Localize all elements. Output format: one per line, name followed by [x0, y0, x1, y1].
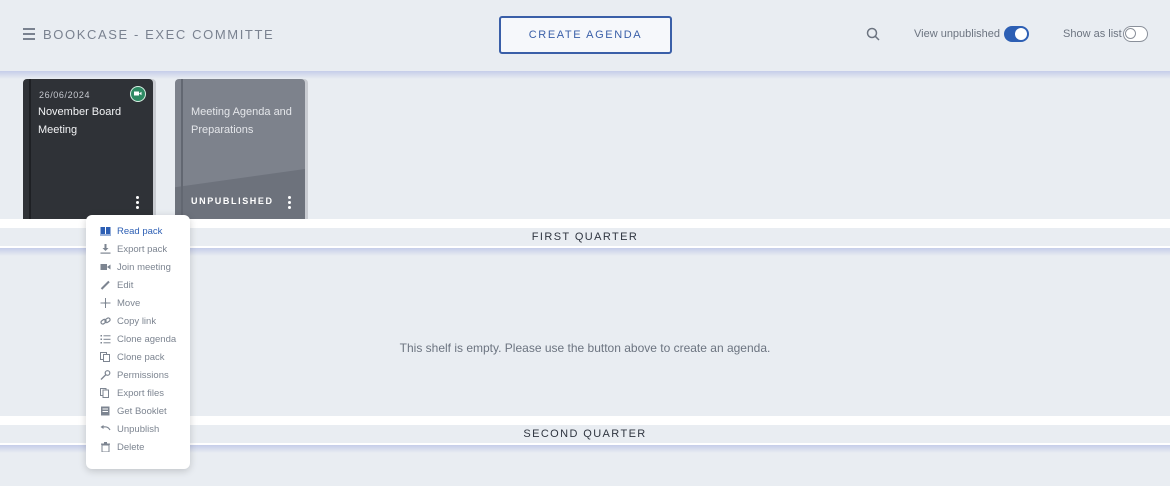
book-context-menu: Read pack Export pack Join meeting Edit … — [86, 215, 190, 469]
create-agenda-button[interactable]: CREATE AGENDA — [499, 16, 672, 54]
menu-item-unpublish[interactable]: Unpublish — [86, 420, 190, 438]
copy-icon — [100, 352, 111, 362]
menu-item-label: Get Booklet — [117, 405, 167, 417]
search-icon[interactable] — [866, 27, 880, 41]
view-unpublished-toggle[interactable] — [1004, 26, 1029, 42]
video-meeting-icon — [130, 86, 146, 102]
menu-item-label: Export pack — [117, 243, 168, 255]
undo-icon — [100, 424, 111, 434]
more-options-icon[interactable] — [136, 196, 140, 211]
menu-item-move[interactable]: Move — [86, 294, 190, 312]
menu-item-label: Copy link — [117, 315, 157, 327]
menu-item-label: Clone agenda — [117, 333, 177, 345]
menu-item-export-pack[interactable]: Export pack — [86, 240, 190, 258]
show-as-list-label: Show as list — [1063, 28, 1122, 40]
menu-item-clone-pack[interactable]: Clone pack — [86, 348, 190, 366]
menu-item-permissions[interactable]: Permissions — [86, 366, 190, 384]
menu-icon[interactable] — [23, 28, 35, 40]
move-icon — [100, 298, 111, 308]
menu-item-get-booklet[interactable]: Get Booklet — [86, 402, 190, 420]
menu-item-label: Move — [117, 297, 141, 309]
unpublished-badge: UNPUBLISHED — [191, 196, 274, 206]
menu-item-delete[interactable]: Delete — [86, 438, 190, 456]
menu-item-clone-agenda[interactable]: Clone agenda — [86, 330, 190, 348]
download-icon — [100, 244, 111, 254]
top-bar: BOOKCASE - EXEC COMMITTE CREATE AGENDA V… — [0, 0, 1170, 72]
show-as-list-toggle[interactable] — [1123, 26, 1148, 42]
view-unpublished-label: View unpublished — [914, 28, 1001, 40]
menu-item-join-meeting[interactable]: Join meeting — [86, 258, 190, 276]
shelf-shadow — [0, 71, 1170, 79]
list-icon — [100, 334, 111, 344]
key-icon — [100, 370, 111, 380]
agenda-book[interactable]: 26/06/2024 November Board Meeting — [23, 79, 153, 223]
book-title: November Board Meeting — [38, 106, 122, 136]
book-icon — [100, 226, 111, 236]
menu-item-label: Delete — [117, 441, 145, 453]
book-spine — [29, 79, 31, 223]
book-date: 26/06/2024 — [39, 90, 91, 100]
booklet-icon — [100, 406, 111, 416]
video-icon — [100, 262, 111, 272]
menu-item-edit[interactable]: Edit — [86, 276, 190, 294]
menu-item-read-pack[interactable]: Read pack — [86, 222, 190, 240]
menu-item-label: Edit — [117, 279, 134, 291]
menu-item-label: Clone pack — [117, 351, 165, 363]
menu-item-copy-link[interactable]: Copy link — [86, 312, 190, 330]
menu-item-label: Read pack — [117, 225, 163, 237]
menu-item-label: Join meeting — [117, 261, 171, 273]
agenda-book[interactable]: Meeting Agenda and Preparations UNPUBLIS… — [175, 79, 305, 223]
menu-item-export-files[interactable]: Export files — [86, 384, 190, 402]
trash-icon — [100, 442, 111, 453]
menu-item-label: Export files — [117, 387, 164, 399]
link-icon — [100, 316, 111, 326]
book-title: Meeting Agenda and Preparations — [191, 106, 292, 136]
book-spine — [181, 79, 183, 223]
more-options-icon[interactable] — [288, 196, 292, 211]
menu-item-label: Unpublish — [117, 423, 160, 435]
pencil-icon — [100, 280, 111, 290]
page-title: BOOKCASE - EXEC COMMITTE — [43, 27, 275, 42]
menu-item-label: Permissions — [117, 369, 169, 381]
files-icon — [100, 388, 111, 398]
